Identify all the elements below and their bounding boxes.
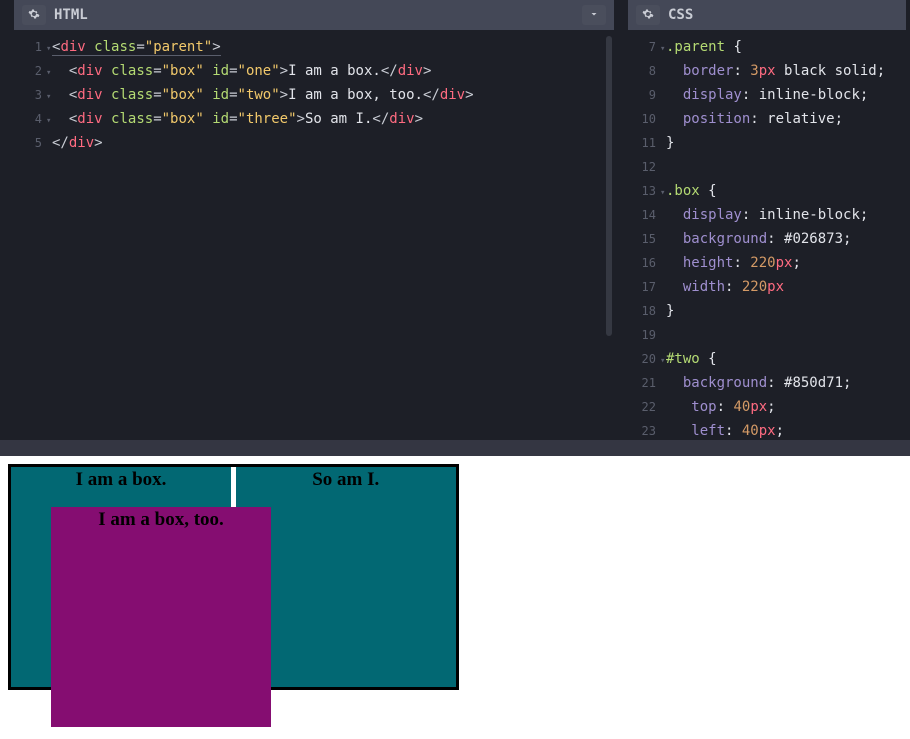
html-panel-title: HTML (54, 7, 574, 23)
code-line[interactable]: 4▾ <div class="box" id="three">So am I.<… (14, 108, 614, 132)
code-content: #two { (666, 348, 717, 370)
fold-caret-icon (660, 326, 668, 348)
code-content: display: inline-block; (666, 84, 868, 106)
code-content: width: 220px (666, 276, 784, 298)
html-expand-button[interactable] (582, 5, 606, 25)
code-line[interactable]: 18 } (628, 300, 906, 324)
code-line[interactable]: 19 (628, 324, 906, 348)
preview-box-two: I am a box, too. (51, 507, 271, 727)
code-line[interactable]: 9 display: inline-block; (628, 84, 906, 108)
fold-caret-icon (660, 158, 668, 180)
output-preview: I am a box. So am I. I am a box, too. (0, 456, 910, 698)
code-content: height: 220px; (666, 252, 801, 274)
preview-parent: I am a box. So am I. I am a box, too. (8, 464, 459, 690)
chevron-down-icon (588, 8, 600, 23)
code-content: <div class="box" id="two">I am a box, to… (52, 84, 474, 106)
code-content: display: inline-block; (666, 204, 868, 226)
code-line[interactable]: 12 (628, 156, 906, 180)
css-panel-title: CSS (668, 7, 898, 23)
code-content: <div class="box" id="three">So am I.</di… (52, 108, 423, 130)
code-content: top: 40px; (666, 396, 776, 418)
code-content: .box { (666, 180, 717, 202)
html-panel-header: HTML (14, 0, 614, 30)
code-content: <div class="parent"> (52, 36, 221, 58)
code-content: border: 3px black solid; (666, 60, 885, 82)
code-line[interactable]: 10 position: relative; (628, 108, 906, 132)
css-editor[interactable]: 7▾.parent {8 border: 3px black solid;9 d… (628, 30, 906, 440)
code-content: <div class="box" id="one">I am a box.</d… (52, 60, 431, 82)
code-content: position: relative; (666, 108, 843, 130)
code-line[interactable]: 3▾ <div class="box" id="two">I am a box,… (14, 84, 614, 108)
html-panel: HTML 1▾<div class="parent">2▾ <div class… (14, 0, 614, 440)
scrollbar[interactable] (606, 36, 612, 420)
code-line[interactable]: 8 border: 3px black solid; (628, 60, 906, 84)
code-content: } (666, 132, 674, 154)
code-line[interactable]: 13▾.box { (628, 180, 906, 204)
gear-icon (28, 8, 40, 23)
code-content: background: #850d71; (666, 372, 851, 394)
code-content: .parent { (666, 36, 742, 58)
code-content: </div> (52, 132, 103, 154)
code-line[interactable]: 15 background: #026873; (628, 228, 906, 252)
code-line[interactable]: 1▾<div class="parent"> (14, 36, 614, 60)
css-settings-button[interactable] (636, 5, 660, 25)
html-editor[interactable]: 1▾<div class="parent">2▾ <div class="box… (14, 30, 614, 440)
code-content: } (666, 300, 674, 322)
code-line[interactable]: 5 </div> (14, 132, 614, 156)
html-settings-button[interactable] (22, 5, 46, 25)
code-line[interactable]: 20▾#two { (628, 348, 906, 372)
code-line[interactable]: 7▾.parent { (628, 36, 906, 60)
code-line[interactable]: 11 } (628, 132, 906, 156)
css-panel: CSS 7▾.parent {8 border: 3px black solid… (628, 0, 906, 440)
code-content: left: 40px; (666, 420, 784, 440)
panel-divider[interactable] (0, 440, 910, 456)
code-line[interactable]: 16 height: 220px; (628, 252, 906, 276)
code-content: background: #026873; (666, 228, 851, 250)
code-line[interactable]: 14 display: inline-block; (628, 204, 906, 228)
css-panel-header: CSS (628, 0, 906, 30)
code-line[interactable]: 23 left: 40px; (628, 420, 906, 440)
code-line[interactable]: 22 top: 40px; (628, 396, 906, 420)
editor-area: HTML 1▾<div class="parent">2▾ <div class… (0, 0, 910, 440)
code-line[interactable]: 2▾ <div class="box" id="one">I am a box.… (14, 60, 614, 84)
gear-icon (642, 8, 654, 23)
code-line[interactable]: 17 width: 220px (628, 276, 906, 300)
code-line[interactable]: 21 background: #850d71; (628, 372, 906, 396)
